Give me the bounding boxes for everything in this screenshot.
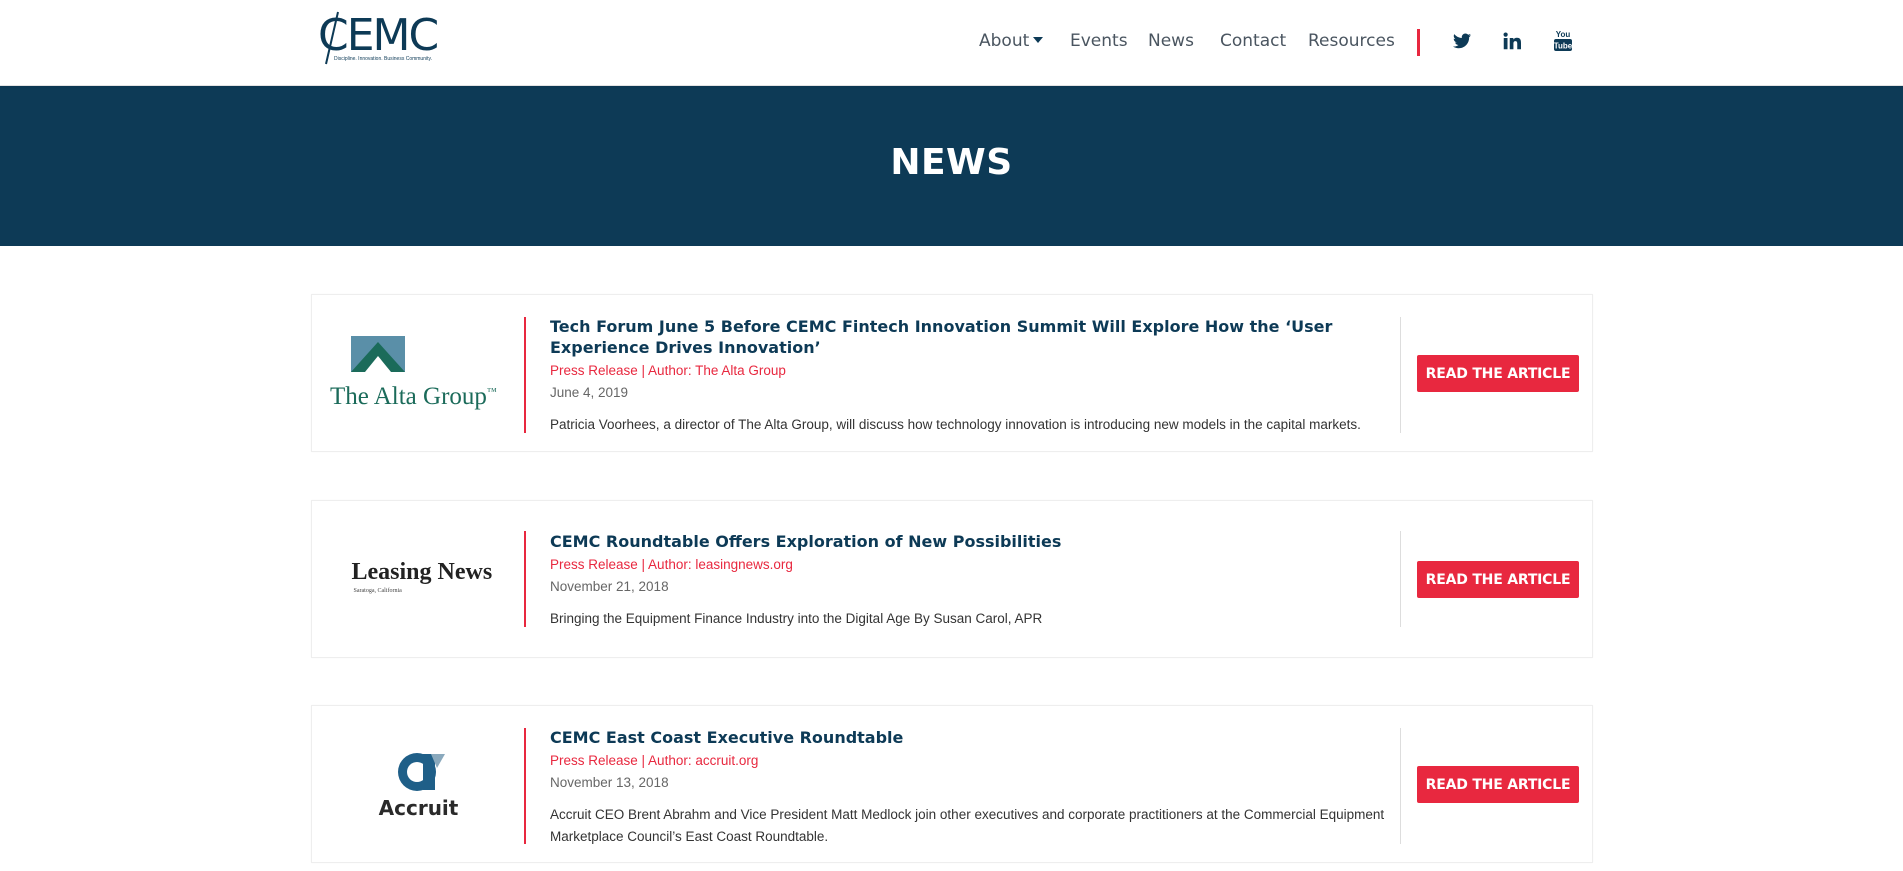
article-card: Accruit CEMC East Coast Executive Roundt… [311,705,1593,863]
nav-item-contact[interactable]: Contact [1220,29,1286,53]
read-article-button[interactable]: READ THE ARTICLE [1417,561,1579,598]
article-content: CEMC Roundtable Offers Exploration of Ne… [550,531,1390,630]
article-card: Leasing News Saratoga, California CEMC R… [311,500,1593,658]
alta-group-logo-text: The Alta Group™ [330,383,497,411]
youtube-icon: You Tube [1554,30,1573,51]
twitter-icon [1453,33,1471,49]
article-meta: Press Release | Author: accruit.org [550,753,759,768]
svg-text:You: You [1556,30,1571,39]
article-content: Tech Forum June 5 Before CEMC Fintech In… [550,316,1390,436]
cemc-logo[interactable]: CEMC Discipline. Innovation. Business Co… [318,10,440,66]
article-content: CEMC East Coast Executive Roundtable Pre… [550,727,1390,848]
card-divider [1400,531,1401,627]
svg-text:Tube: Tube [1554,42,1573,51]
article-meta: Press Release | Author: The Alta Group [550,363,786,378]
nav-item-events[interactable]: Events [1070,29,1128,53]
youtube-link[interactable]: You Tube [1551,29,1575,53]
nav-item-about[interactable]: About [979,29,1044,53]
article-title[interactable]: CEMC East Coast Executive Roundtable [550,727,1390,748]
read-article-button[interactable]: READ THE ARTICLE [1417,355,1579,392]
leasing-news-logo: Leasing News Saratoga, California [334,559,504,599]
nav-divider [1417,29,1420,56]
site-header: CEMC Discipline. Innovation. Business Co… [0,0,1903,86]
read-article-button[interactable]: READ THE ARTICLE [1417,766,1579,803]
article-meta: Press Release | Author: leasingnews.org [550,557,793,572]
twitter-link[interactable] [1450,29,1474,53]
logo-tagline: Discipline. Innovation. Business Communi… [334,56,433,62]
alta-logo-tm: ™ [486,386,497,398]
article-card: The Alta Group™ Tech Forum June 5 Before… [311,294,1593,452]
article-logo-accruit: Accruit [312,706,525,862]
article-logo-leasing-news: Leasing News Saratoga, California [312,501,525,657]
card-divider [1400,728,1401,844]
article-title[interactable]: CEMC Roundtable Offers Exploration of Ne… [550,531,1390,552]
article-date: June 4, 2019 [550,385,629,400]
leasing-news-logo-sub: Saratoga, California [353,588,402,594]
article-description: Accruit CEO Brent Abrahm and Vice Presid… [550,807,1385,844]
accruit-logo-text: Accruit [378,796,459,820]
nav-item-resources[interactable]: Resources [1308,29,1395,53]
nav-item-news[interactable]: News [1148,29,1194,53]
accruit-logo: Accruit [359,744,479,824]
article-logo-alta-group: The Alta Group™ [312,295,525,451]
linkedin-link[interactable] [1500,29,1524,53]
card-accent-bar [524,728,526,844]
linkedin-icon [1503,32,1521,50]
leasing-news-logo-text: Leasing News [351,559,493,585]
chevron-down-icon [1033,37,1044,43]
logo-text: CEMC [318,10,439,61]
article-description: Bringing the Equipment Finance Industry … [550,611,1043,626]
nav-about-label: About [979,31,1030,51]
accruit-mark-icon [397,753,445,791]
article-title[interactable]: Tech Forum June 5 Before CEMC Fintech In… [550,316,1390,358]
card-accent-bar [524,531,526,627]
article-description: Patricia Voorhees, a director of The Alt… [550,417,1361,432]
article-date: November 13, 2018 [550,775,669,790]
alta-logo-name: The Alta Group [330,383,487,410]
card-accent-bar [524,317,526,433]
page-title: NEWS [890,142,1013,183]
article-date: November 21, 2018 [550,579,669,594]
card-divider [1400,317,1401,433]
page-hero: NEWS [0,86,1903,246]
